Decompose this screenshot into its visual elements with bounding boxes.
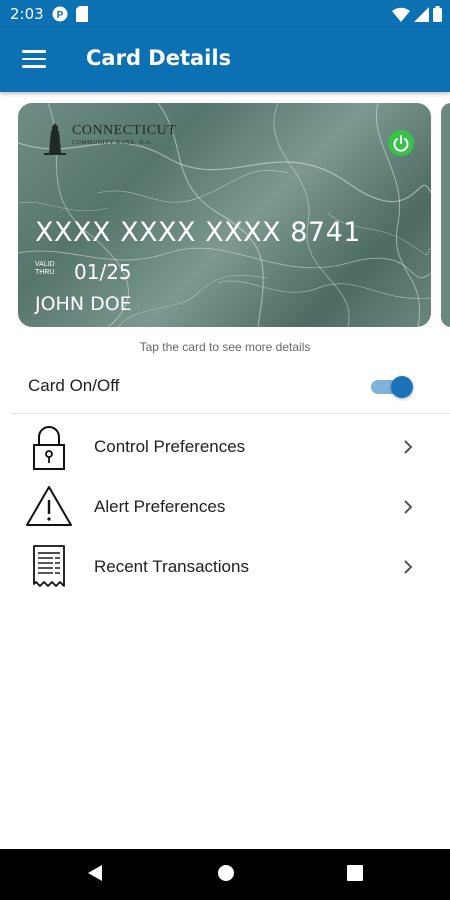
- receipt-icon: [33, 545, 65, 587]
- back-icon[interactable]: [86, 863, 104, 883]
- card-on-off-row: Card On/Off: [0, 362, 450, 412]
- recent-transactions-row[interactable]: Recent Transactions: [0, 538, 450, 596]
- warning-triangle-icon: [26, 486, 72, 526]
- alert-preferences-row[interactable]: Alert Preferences: [0, 478, 450, 536]
- chevron-right-icon: [404, 560, 413, 574]
- power-icon[interactable]: [388, 130, 414, 156]
- bank-name: CONNECTICUT: [72, 123, 177, 138]
- svg-text:P: P: [57, 10, 64, 21]
- sd-card-icon: [76, 6, 88, 22]
- lighthouse-icon: [44, 123, 66, 155]
- control-preferences-label: Control Preferences: [94, 437, 246, 456]
- alert-preferences-label: Alert Preferences: [94, 497, 226, 516]
- tap-hint: Tap the card to see more details: [139, 340, 311, 354]
- recent-transactions-label: Recent Transactions: [94, 557, 249, 576]
- card-number: XXXX XXXX XXXX 8741: [35, 217, 361, 248]
- recents-icon[interactable]: [346, 863, 364, 883]
- status-bar: 2:03 P: [0, 0, 450, 28]
- app-bar: Card Details: [0, 28, 450, 92]
- expiry-date: 01/25: [74, 260, 132, 284]
- card-on-off-toggle[interactable]: [371, 376, 415, 398]
- signal-icon: [414, 6, 429, 22]
- card-on-off-label: Card On/Off: [28, 376, 120, 395]
- toggle-thumb: [391, 376, 413, 398]
- divider: [10, 413, 450, 414]
- page-title: Card Details: [86, 46, 232, 70]
- bank-logo: CONNECTICUT COMMUNITY BANK, N.A.: [42, 123, 176, 155]
- control-preferences-row[interactable]: Control Preferences: [0, 418, 450, 476]
- chevron-right-icon: [404, 440, 413, 454]
- chevron-right-icon: [404, 500, 413, 514]
- wifi-icon: [392, 7, 410, 22]
- system-nav-bar: [0, 849, 450, 900]
- next-card-peek[interactable]: [441, 103, 450, 327]
- hamburger-menu-icon[interactable]: [22, 50, 46, 70]
- cardholder-name: JOHN DOE: [35, 293, 132, 315]
- battery-icon: [433, 6, 442, 22]
- p-badge-icon: P: [52, 6, 68, 22]
- status-time: 2:03: [10, 5, 44, 23]
- valid-thru-label: VALID THRU: [35, 261, 55, 276]
- credit-card[interactable]: CONNECTICUT COMMUNITY BANK, N.A. XXXX XX…: [18, 103, 431, 327]
- bank-subtitle: COMMUNITY BANK, N.A.: [72, 140, 153, 146]
- home-icon[interactable]: [216, 863, 236, 883]
- padlock-icon: [33, 426, 65, 470]
